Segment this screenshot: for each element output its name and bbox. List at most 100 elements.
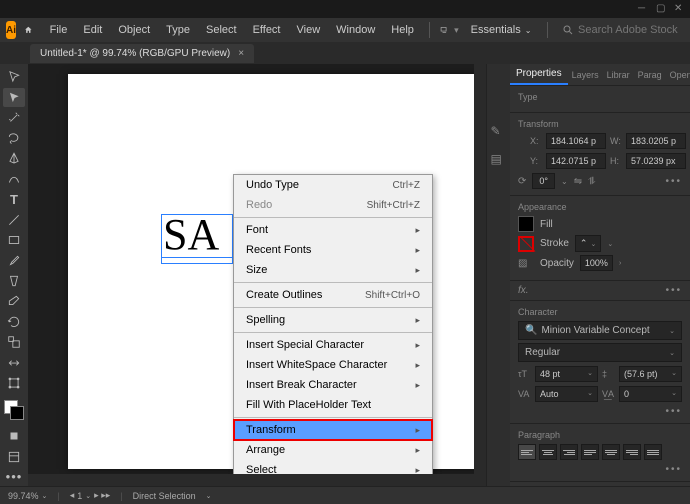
angle-input[interactable]: 0° [532, 173, 555, 189]
tracking-input[interactable]: 0⌄ [619, 386, 682, 402]
ctx-spelling[interactable]: Spelling▸ [234, 310, 432, 330]
zoom-display[interactable]: 99.74% ⌄ [8, 491, 47, 501]
pen-tool[interactable] [3, 150, 25, 168]
fill-stroke-swatches[interactable] [4, 400, 24, 417]
menu-type[interactable]: Type [159, 20, 197, 40]
font-style-dd[interactable]: Regular⌄ [518, 343, 682, 362]
ctx-insert-special[interactable]: Insert Special Character▸ [234, 335, 432, 355]
shaper-tool[interactable] [3, 272, 25, 290]
free-transform-tool[interactable] [3, 374, 25, 392]
menu-window[interactable]: Window [329, 20, 382, 40]
type-tool[interactable]: T [3, 190, 25, 208]
screen-mode-icon[interactable] [3, 447, 25, 465]
h-input[interactable]: 57.0239 px [626, 153, 686, 169]
y-input[interactable]: 142.0715 p [546, 153, 606, 169]
menu-view[interactable]: View [290, 20, 328, 40]
flip-v-icon[interactable]: ⥮ [588, 176, 595, 187]
draw-mode-icon[interactable] [3, 427, 25, 445]
ctx-undo[interactable]: Undo TypeCtrl+Z [234, 175, 432, 195]
tab-layers[interactable]: Layers [568, 66, 603, 84]
close-button[interactable]: ✕ [674, 3, 686, 15]
rotate-tool[interactable] [3, 313, 25, 331]
reference-point-selector[interactable] [518, 133, 520, 151]
x-input[interactable]: 184.1064 p [546, 133, 606, 149]
ctx-font[interactable]: Font▸ [234, 220, 432, 240]
w-input[interactable]: 183.0205 p [626, 133, 686, 149]
align-right-button[interactable] [560, 444, 578, 460]
rectangle-tool[interactable] [3, 231, 25, 249]
justify-left-button[interactable] [581, 444, 599, 460]
width-tool[interactable] [3, 353, 25, 371]
ctx-arrange[interactable]: Arrange▸ [234, 440, 432, 460]
menu-file[interactable]: File [43, 20, 75, 40]
leading-input[interactable]: (57.6 pt)⌄ [619, 366, 682, 382]
transform-more-icon[interactable]: ••• [665, 176, 682, 187]
paragraph-more-icon[interactable]: ••• [665, 464, 682, 475]
tab-paragraph[interactable]: Parag [634, 66, 666, 84]
selection-tool[interactable] [3, 68, 25, 86]
canvas[interactable]: SA Undo TypeCtrl+Z RedoShift+Ctrl+Z Font… [28, 64, 486, 486]
canvas-scrollbar-horizontal[interactable] [28, 474, 486, 486]
tab-opentype[interactable]: Open [666, 66, 690, 84]
stock-search[interactable] [556, 22, 684, 38]
maximize-button[interactable]: ▢ [656, 3, 668, 15]
stroke-label: Stroke [540, 238, 569, 249]
document-tab-label: Untitled-1* @ 99.74% (RGB/GPU Preview) [40, 48, 230, 59]
paragraph-label: Paragraph [518, 430, 682, 440]
share-icon[interactable] [440, 23, 449, 37]
font-family-dd[interactable]: 🔍Minion Variable Concept⌄ [518, 321, 682, 340]
tab-close-icon[interactable]: × [238, 48, 244, 59]
ctx-insert-break[interactable]: Insert Break Character▸ [234, 375, 432, 395]
font-size-input[interactable]: 48 pt⌄ [535, 366, 598, 382]
tab-properties[interactable]: Properties [510, 64, 568, 85]
kerning-input[interactable]: Auto⌄ [535, 386, 598, 402]
ctx-transform[interactable]: Transform▸ [234, 420, 432, 440]
stock-search-input[interactable] [578, 24, 678, 36]
direct-selection-tool[interactable] [3, 88, 25, 106]
document-tab[interactable]: Untitled-1* @ 99.74% (RGB/GPU Preview) × [30, 44, 254, 63]
artboard-nav[interactable]: ◂ 1 ⌄ ▸ ▸▸ [70, 490, 110, 501]
line-tool[interactable] [3, 211, 25, 229]
canvas-text[interactable]: SA [163, 209, 219, 260]
ctx-create-outlines[interactable]: Create OutlinesShift+Ctrl+O [234, 285, 432, 305]
stroke-swatch[interactable] [10, 406, 24, 420]
flip-h-icon[interactable]: ⇋ [574, 176, 582, 187]
menu-select[interactable]: Select [199, 20, 244, 40]
menu-object[interactable]: Object [111, 20, 157, 40]
scale-tool[interactable] [3, 333, 25, 351]
eraser-tool[interactable] [3, 292, 25, 310]
edit-toolbar-icon[interactable]: ••• [3, 468, 25, 486]
minimize-button[interactable]: ─ [638, 3, 650, 15]
paintbrush-tool[interactable] [3, 252, 25, 270]
stroke-color-swatch[interactable] [518, 236, 534, 252]
align-left-button[interactable] [518, 444, 536, 460]
justify-center-button[interactable] [602, 444, 620, 460]
ctx-insert-whitespace[interactable]: Insert WhiteSpace Character▸ [234, 355, 432, 375]
eyedropper-icon[interactable]: ✎ [491, 124, 507, 140]
ctx-size[interactable]: Size▸ [234, 260, 432, 280]
magic-wand-tool[interactable] [3, 109, 25, 127]
home-icon[interactable] [24, 22, 33, 38]
fx-row[interactable]: fx.••• [510, 281, 690, 301]
fill-color-swatch[interactable] [518, 216, 534, 232]
lasso-tool[interactable] [3, 129, 25, 147]
tab-libraries[interactable]: Librar [603, 66, 634, 84]
menu-edit[interactable]: Edit [76, 20, 109, 40]
opacity-label: Opacity [540, 258, 574, 269]
menu-effect[interactable]: Effect [246, 20, 288, 40]
justify-all-button[interactable] [644, 444, 662, 460]
menu-help[interactable]: Help [384, 20, 421, 40]
panel-icon[interactable]: ▤ [491, 152, 507, 168]
opacity-icon: ▨ [518, 258, 534, 269]
canvas-scrollbar-vertical[interactable] [474, 64, 486, 474]
ctx-recent-fonts[interactable]: Recent Fonts▸ [234, 240, 432, 260]
workspace-switcher[interactable]: Essentials ⌄ [463, 20, 540, 40]
justify-right-button[interactable] [623, 444, 641, 460]
character-more-icon[interactable]: ••• [665, 406, 682, 417]
transform-label: Transform [518, 119, 682, 129]
stroke-weight-dd[interactable]: ⌃⌄ [575, 235, 601, 252]
ctx-fill-placeholder[interactable]: Fill With PlaceHolder Text [234, 395, 432, 415]
curvature-tool[interactable] [3, 170, 25, 188]
align-center-button[interactable] [539, 444, 557, 460]
opacity-input[interactable]: 100% [580, 255, 613, 271]
